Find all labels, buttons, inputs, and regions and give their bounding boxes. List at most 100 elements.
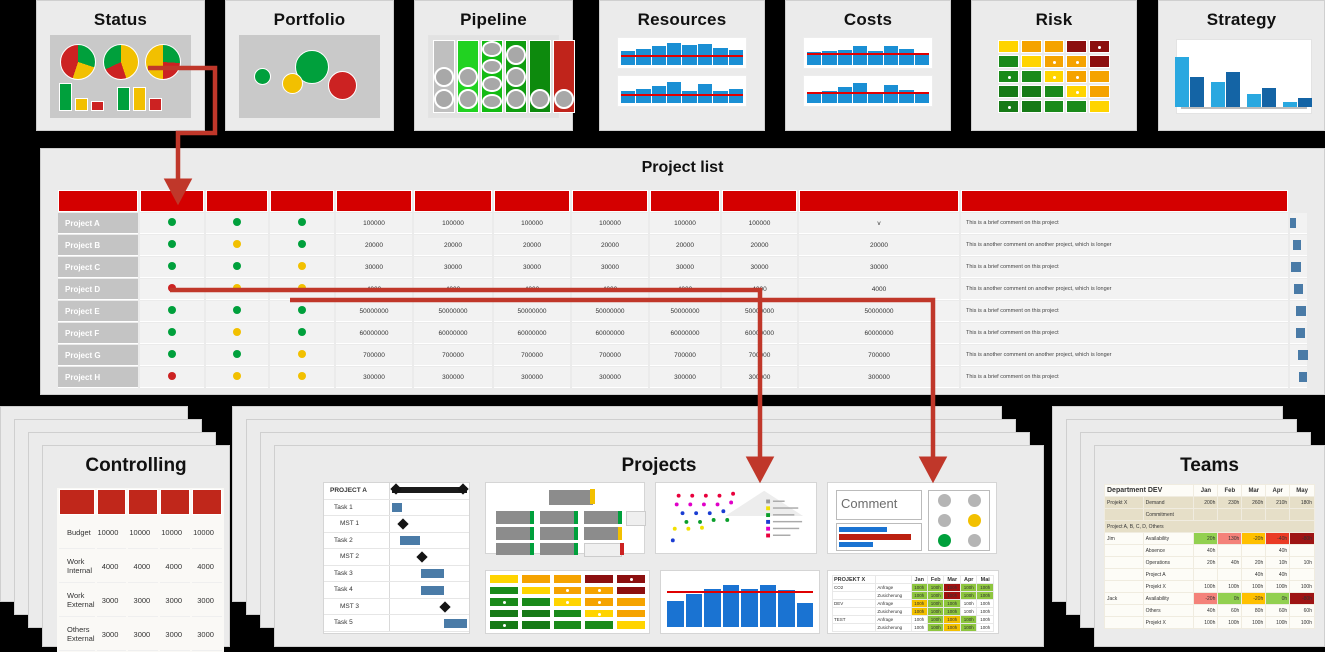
teams-value[interactable]: 40h	[1265, 568, 1291, 581]
status-dot-cell-1[interactable]	[206, 279, 268, 300]
detail-cell[interactable]: CO2	[831, 583, 877, 592]
card-costs[interactable]: Costs	[785, 0, 951, 131]
subcard-risk-heatmap[interactable]	[485, 570, 650, 634]
teams-row-label[interactable]: Availability	[1142, 592, 1195, 605]
teams-person-name[interactable]	[1104, 544, 1144, 557]
value-cell-0[interactable]: 300000	[336, 367, 412, 388]
value-cell-4[interactable]: 700000	[650, 345, 720, 366]
teams-face[interactable]: Teams Department DEV Jan Feb Mar Apr May Proje…	[1094, 445, 1325, 647]
teams-month-header[interactable]: Jan	[1193, 484, 1219, 497]
teams-value[interactable]: 20h	[1193, 532, 1219, 545]
status-dot-cell-0[interactable]	[140, 235, 204, 256]
status-dot-cell-0[interactable]	[140, 213, 204, 234]
value-cell-4[interactable]: 4000	[650, 279, 720, 300]
detail-cell[interactable]: 100h	[943, 583, 961, 592]
gantt-cell[interactable]	[1290, 323, 1307, 344]
teams-person-name[interactable]	[1104, 556, 1144, 569]
detail-cell[interactable]	[831, 623, 877, 632]
teams-row-label[interactable]: Operations	[1142, 556, 1195, 569]
value-cell-6[interactable]: 60000000	[799, 323, 959, 344]
detail-cell[interactable]: PROJEKT X	[831, 575, 877, 584]
detail-cell[interactable]: 100h	[926, 591, 945, 600]
comment-cell[interactable]: This is a brief comment on this project	[961, 323, 1288, 344]
value-cell-2[interactable]: 20000	[494, 235, 570, 256]
controlling-value-2[interactable]: 10000	[160, 516, 191, 549]
detail-cell[interactable]: Jan	[910, 575, 929, 584]
table-row[interactable]: Project A 100000 100000 100000 100000 100000 1…	[58, 213, 1307, 234]
gantt-cell[interactable]	[1290, 345, 1308, 366]
controlling-value-2[interactable]: 3000	[160, 584, 191, 617]
teams-person-name[interactable]	[1104, 616, 1144, 629]
detail-cell[interactable]: 100h	[910, 607, 929, 616]
value-cell-5[interactable]: 300000	[722, 367, 797, 388]
detail-cell[interactable]: Mai	[976, 575, 994, 584]
value-cell-4[interactable]: 300000	[650, 367, 720, 388]
controlling-header-cell-3[interactable]	[160, 489, 191, 515]
teams-value[interactable]: 10h	[1289, 556, 1315, 569]
teams-value[interactable]: 180h	[1289, 496, 1315, 509]
teams-value[interactable]: 40h	[1241, 568, 1267, 581]
value-cell-3[interactable]: 50000000	[572, 301, 648, 322]
detail-cell[interactable]: 100h	[910, 615, 929, 624]
value-cell-0[interactable]: 700000	[336, 345, 412, 366]
detail-cell[interactable]: 100h	[926, 607, 945, 616]
value-cell-2[interactable]: 4000	[494, 279, 570, 300]
detail-cell[interactable]: Zusicherung	[875, 623, 912, 632]
value-cell-5[interactable]: 4000	[722, 279, 797, 300]
teams-value[interactable]: -80h	[1289, 532, 1315, 545]
comment-cell[interactable]: This is another comment on another proje…	[961, 345, 1288, 366]
teams-value[interactable]: -80h	[1289, 592, 1315, 605]
detail-cell[interactable]: 100h	[943, 591, 961, 600]
detail-cell[interactable]: 100h	[926, 615, 945, 624]
teams-value[interactable]: 60h	[1289, 604, 1315, 617]
value-cell-4[interactable]: 100000	[650, 213, 720, 234]
card-resources[interactable]: Resources	[599, 0, 765, 131]
gantt-row[interactable]: MST 2	[324, 549, 469, 566]
value-cell-2[interactable]: 100000	[494, 213, 570, 234]
teams-value[interactable]: 200h	[1193, 496, 1219, 509]
comment-cell[interactable]: This is another comment on another proje…	[961, 279, 1288, 300]
value-cell-6[interactable]: 700000	[799, 345, 959, 366]
teams-value[interactable]: 40h	[1217, 556, 1243, 569]
teams-person-row[interactable]: Project A 40h 40h	[1104, 568, 1315, 581]
detail-cell[interactable]: 100h	[959, 583, 978, 592]
detail-cell[interactable]: TEST	[831, 615, 877, 624]
project-name-cell[interactable]: Project A	[58, 213, 138, 234]
teams-value[interactable]: 100h	[1241, 616, 1267, 629]
teams-metric-label[interactable]: Commitment	[1142, 508, 1195, 521]
teams-value[interactable]	[1193, 568, 1219, 581]
value-cell-4[interactable]: 50000000	[650, 301, 720, 322]
teams-person-name[interactable]: Jack	[1104, 592, 1144, 605]
gantt-cell[interactable]	[1290, 279, 1307, 300]
controlling-value-2[interactable]: 3000	[160, 618, 191, 651]
detail-cell[interactable]: 100h	[959, 599, 978, 608]
teams-value[interactable]: 100h	[1193, 580, 1219, 593]
project-gantt-chart[interactable]: PROJECT A Task 1 MST 1 Task 2 MST 2 Task 3 Ta…	[323, 482, 470, 634]
project-name-cell[interactable]: Project B	[58, 235, 138, 256]
teams-value[interactable]: 100h	[1265, 580, 1291, 593]
value-cell-3[interactable]: 300000	[572, 367, 648, 388]
teams-value[interactable]	[1241, 544, 1267, 557]
detail-row[interactable]: CO2 Anfrage 100h 100h 100h 100h 100h	[831, 583, 994, 592]
teams-value[interactable]	[1265, 508, 1291, 521]
teams-row-label[interactable]: Availability	[1142, 532, 1195, 545]
detail-cell[interactable]: 100h	[976, 591, 994, 600]
detail-cell[interactable]: 100h	[959, 623, 978, 632]
controlling-value-0[interactable]: 4000	[96, 550, 127, 583]
status-dot-cell-1[interactable]	[206, 257, 268, 278]
status-dot-cell-2[interactable]	[270, 323, 334, 344]
controlling-value-0[interactable]: 3000	[96, 618, 127, 651]
detail-cell[interactable]: 100h	[976, 583, 994, 592]
gantt-row[interactable]: Task 3	[324, 565, 469, 582]
table-row[interactable]: Project B 20000 20000 20000 20000 20000 20000 2…	[58, 235, 1307, 256]
detail-cell[interactable]: 100h	[943, 607, 961, 616]
teams-value[interactable]: -20h	[1193, 592, 1219, 605]
teams-month-header[interactable]: May	[1289, 484, 1315, 497]
value-cell-6[interactable]: 300000	[799, 367, 959, 388]
controlling-header-cell-0[interactable]	[59, 489, 95, 515]
detail-cell[interactable]: 100h	[926, 599, 945, 608]
project-list-header-cell-8[interactable]	[650, 190, 720, 212]
comment-cell[interactable]: This is a brief comment on this project	[961, 301, 1288, 322]
detail-cell[interactable]: 100h	[943, 623, 961, 632]
value-cell-5[interactable]: 700000	[722, 345, 797, 366]
